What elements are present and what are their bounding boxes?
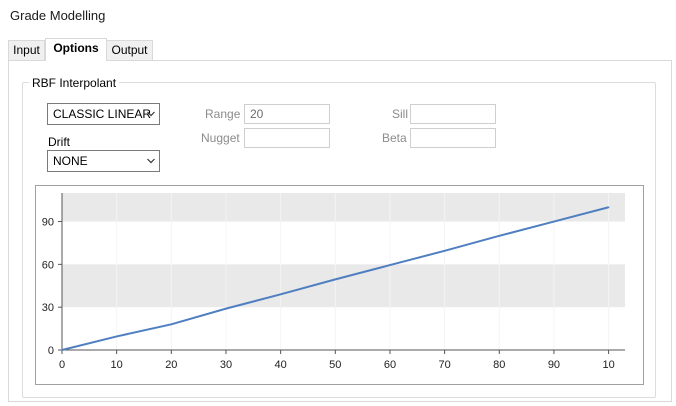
- chart-point-8: [498, 235, 501, 237]
- window-title: Grade Modelling: [10, 8, 106, 23]
- tab-output[interactable]: Output: [106, 40, 153, 60]
- chart-point-7: [443, 250, 446, 252]
- chart-x-tick-label-6: 60: [384, 359, 396, 371]
- chart-point-6: [389, 264, 391, 266]
- tab-input[interactable]: Input: [8, 40, 45, 60]
- chart-x-tick-label-4: 40: [275, 359, 287, 371]
- chart-band-1: [62, 193, 625, 222]
- chevron-down-icon: [147, 111, 155, 117]
- rbf-preview-chart: 0 30 60 90 0 10 20 30 40 50 60 70 80 90 10: [35, 185, 644, 385]
- nugget-label: Nugget: [201, 131, 240, 145]
- chart-point-1: [115, 335, 118, 338]
- chart-x-tick-label-5: 50: [329, 359, 341, 371]
- chevron-down-icon: [147, 158, 155, 164]
- interpolant-method-value: CLASSIC LINEAR: [53, 107, 152, 121]
- chart-svg: 0 30 60 90 0 10 20 30 40 50 60 70 80 90 10: [42, 193, 625, 371]
- chart-point-4: [279, 293, 282, 296]
- range-label: Range: [205, 107, 241, 121]
- chart-y-tick-label-0: 0: [48, 345, 54, 357]
- chart-point-3: [225, 307, 227, 310]
- chart-x-tick-label-2: 20: [165, 359, 177, 371]
- chart-x-tick-label-7: 70: [438, 359, 450, 371]
- chart-point-10: [607, 206, 610, 209]
- chart-band-0: [62, 264, 625, 308]
- nugget-field[interactable]: [244, 128, 330, 148]
- tab-options[interactable]: Options: [45, 38, 107, 61]
- chart-point-0: [61, 349, 63, 351]
- chart-point-2: [170, 323, 173, 326]
- beta-label: Beta: [382, 131, 407, 145]
- beta-field[interactable]: [410, 128, 496, 148]
- chart-x-tick-label-9: 90: [548, 359, 560, 371]
- drift-select[interactable]: NONE: [47, 150, 160, 172]
- sill-field[interactable]: [410, 104, 496, 124]
- grade-modelling-window: Grade Modelling Input Options Output RBF…: [0, 0, 676, 406]
- sill-label: Sill: [392, 107, 409, 121]
- drift-value: NONE: [53, 154, 88, 168]
- chart-point-5: [334, 278, 337, 281]
- chart-point-9: [553, 220, 555, 223]
- interpolant-method-select[interactable]: CLASSIC LINEAR: [47, 103, 160, 125]
- chart-x-tick-label-10: 10: [602, 359, 614, 371]
- chart-y-tick-label-1: 30: [42, 302, 54, 314]
- chart-y-tick-label-2: 60: [42, 259, 54, 271]
- chart-x-tick-label-3: 30: [220, 359, 232, 371]
- chart-x-tick-label-8: 80: [493, 359, 505, 371]
- chart-x-tick-label-1: 10: [111, 359, 123, 371]
- chart-x-tick-label-0: 0: [59, 359, 65, 371]
- range-field[interactable]: 20: [244, 104, 330, 124]
- drift-label: Drift: [48, 135, 70, 149]
- rbf-interpolant-label: RBF Interpolant: [29, 76, 120, 90]
- chart-y-tick-label-3: 90: [42, 217, 54, 229]
